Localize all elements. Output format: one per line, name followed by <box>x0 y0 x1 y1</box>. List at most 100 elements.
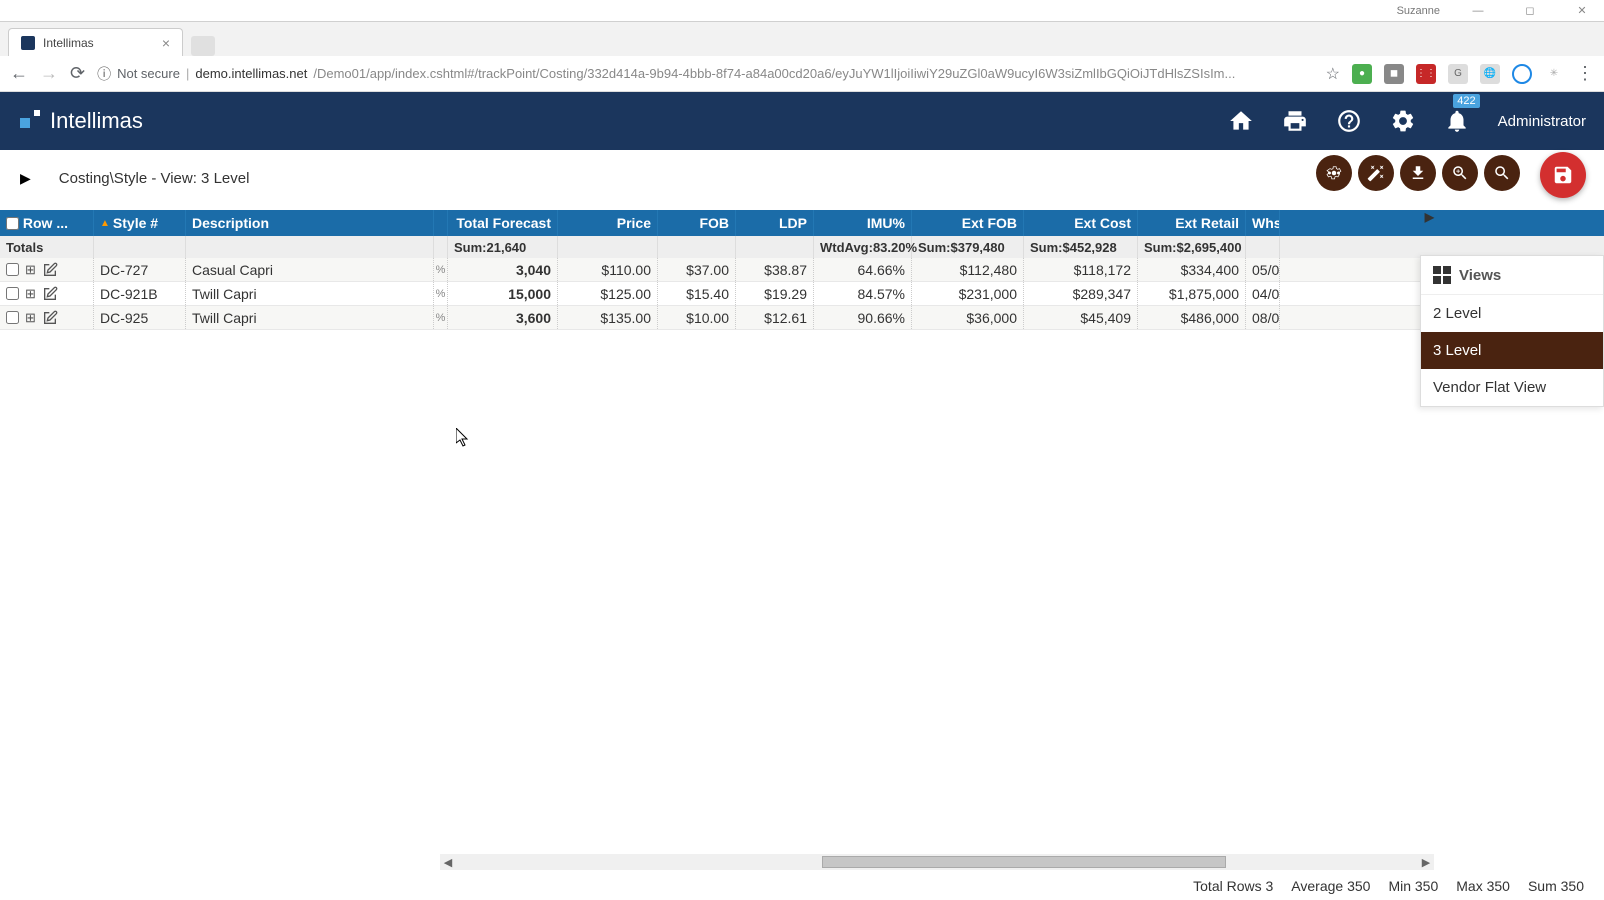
col-style[interactable]: ▲Style # <box>94 210 186 236</box>
settings-round-icon[interactable] <box>1316 155 1352 191</box>
col-extcost[interactable]: Ext Cost <box>1024 210 1138 236</box>
edit-row-icon[interactable] <box>42 286 58 302</box>
table-row[interactable]: ⊞DC-921BTwill Capri%15,000$125.00$15.40$… <box>0 282 1604 306</box>
col-extret[interactable]: Ext Retail <box>1138 210 1246 236</box>
bookmark-icon[interactable]: ☆ <box>1326 64 1340 84</box>
view-option[interactable]: Vendor Flat View <box>1421 369 1603 406</box>
cell-extret[interactable]: $1,875,000 <box>1138 282 1246 305</box>
cell-fob[interactable]: $15.40 <box>658 282 736 305</box>
reload-button[interactable]: ⟳ <box>70 63 85 84</box>
scroll-right-arrow[interactable]: ▶ <box>1418 856 1434 869</box>
bell-icon[interactable]: 422 <box>1444 108 1470 134</box>
cell-ldp[interactable]: $38.87 <box>736 258 814 281</box>
extension-icon[interactable]: ● <box>1352 64 1372 84</box>
cell-imu[interactable]: 84.57% <box>814 282 912 305</box>
cell-extfob[interactable]: $36,000 <box>912 306 1024 329</box>
row-checkbox[interactable] <box>6 311 19 324</box>
col-imu[interactable]: IMU% <box>814 210 912 236</box>
print-icon[interactable] <box>1282 108 1308 134</box>
extension-icon[interactable] <box>1512 64 1532 84</box>
expand-row-icon[interactable]: ⊞ <box>25 310 36 326</box>
cell-extret[interactable]: $334,400 <box>1138 258 1246 281</box>
site-info-icon[interactable]: ⓘ <box>97 64 111 84</box>
cell-desc[interactable]: Twill Capri <box>186 282 434 305</box>
search-icon[interactable] <box>1484 155 1520 191</box>
row-checkbox[interactable] <box>6 263 19 276</box>
cell-price[interactable]: $110.00 <box>558 258 658 281</box>
download-icon[interactable] <box>1400 155 1436 191</box>
cell-imu[interactable]: 90.66% <box>814 306 912 329</box>
home-icon[interactable] <box>1228 108 1254 134</box>
expand-row-icon[interactable]: ⊞ <box>25 262 36 278</box>
col-price[interactable]: Price <box>558 210 658 236</box>
forward-button[interactable]: → <box>40 63 58 84</box>
window-maximize[interactable]: ◻ <box>1516 4 1544 17</box>
col-forecast[interactable]: Total Forecast <box>448 210 558 236</box>
cell-whse[interactable]: 04/0 <box>1246 282 1280 305</box>
cell-imu[interactable]: 64.66% <box>814 258 912 281</box>
app-logo[interactable]: Intellimas <box>18 108 143 134</box>
view-option[interactable]: 3 Level <box>1421 332 1603 369</box>
expand-row-icon[interactable]: ⊞ <box>25 286 36 302</box>
wand-icon[interactable] <box>1358 155 1394 191</box>
browser-menu-icon[interactable]: ⋮ <box>1576 63 1594 84</box>
row-checkbox[interactable] <box>6 287 19 300</box>
new-tab-button[interactable] <box>191 36 215 56</box>
col-desc[interactable]: Description <box>186 210 434 236</box>
cell-fob[interactable]: $37.00 <box>658 258 736 281</box>
cell-extcost[interactable]: $118,172 <box>1024 258 1138 281</box>
cell-forecast[interactable]: 15,000 <box>448 282 558 305</box>
extension-icon[interactable]: ⋮⋮ <box>1416 64 1436 84</box>
gear-icon[interactable] <box>1390 108 1416 134</box>
browser-tab[interactable]: Intellimas × <box>8 28 183 56</box>
cell-extcost[interactable]: $45,409 <box>1024 306 1138 329</box>
help-icon[interactable] <box>1336 108 1362 134</box>
extension-icon[interactable]: ◼ <box>1384 64 1404 84</box>
zoom-in-icon[interactable] <box>1442 155 1478 191</box>
scroll-left-arrow[interactable]: ◀ <box>440 856 456 869</box>
pct-icon[interactable]: % <box>434 258 448 281</box>
cell-fob[interactable]: $10.00 <box>658 306 736 329</box>
cell-forecast[interactable]: 3,040 <box>448 258 558 281</box>
scroll-right-icon[interactable]: ▶ <box>1425 210 1434 224</box>
cell-style[interactable]: DC-921B <box>94 282 186 305</box>
col-fob[interactable]: FOB <box>658 210 736 236</box>
col-row[interactable]: Row ... <box>0 210 94 236</box>
cell-price[interactable]: $135.00 <box>558 306 658 329</box>
tab-close-icon[interactable]: × <box>162 35 170 51</box>
extension-icon[interactable]: ✳ <box>1544 64 1564 84</box>
cell-desc[interactable]: Casual Capri <box>186 258 434 281</box>
extension-icon[interactable]: 🌐 <box>1480 64 1500 84</box>
cell-extret[interactable]: $486,000 <box>1138 306 1246 329</box>
extension-icon[interactable]: G <box>1448 64 1468 84</box>
cell-whse[interactable]: 05/0 <box>1246 258 1280 281</box>
cell-price[interactable]: $125.00 <box>558 282 658 305</box>
table-row[interactable]: ⊞ DC-925Twill Capri%3,600$135.00$10.00$12… <box>0 306 1604 330</box>
pct-icon[interactable]: % <box>434 306 448 329</box>
select-all-checkbox[interactable] <box>6 217 19 230</box>
table-row[interactable]: ⊞DC-727Casual Capri%3,040$110.00$37.00$3… <box>0 258 1604 282</box>
cell-ldp[interactable]: $12.61 <box>736 306 814 329</box>
scroll-thumb[interactable] <box>822 856 1226 868</box>
save-button[interactable] <box>1540 152 1586 198</box>
cell-extfob[interactable]: $112,480 <box>912 258 1024 281</box>
cell-whse[interactable]: 08/0 <box>1246 306 1280 329</box>
window-close[interactable]: ✕ <box>1568 4 1596 17</box>
edit-row-icon[interactable] <box>42 310 58 326</box>
cell-ldp[interactable]: $19.29 <box>736 282 814 305</box>
col-ldp[interactable]: LDP <box>736 210 814 236</box>
window-minimize[interactable]: — <box>1464 5 1492 17</box>
cell-forecast[interactable]: 3,600 <box>448 306 558 329</box>
cell-desc[interactable]: Twill Capri <box>186 306 434 329</box>
edit-row-icon[interactable] <box>42 262 58 278</box>
cell-style[interactable]: DC-925 <box>94 306 186 329</box>
pct-icon[interactable]: % <box>434 282 448 305</box>
horizontal-scrollbar[interactable]: ◀ ▶ <box>440 854 1434 870</box>
expand-panel-icon[interactable]: ▶ <box>20 170 31 187</box>
cell-extfob[interactable]: $231,000 <box>912 282 1024 305</box>
view-option[interactable]: 2 Level <box>1421 295 1603 332</box>
address-bar[interactable]: ⓘ Not secure | demo.intellimas.net/Demo0… <box>97 64 1314 84</box>
col-extfob[interactable]: Ext FOB <box>912 210 1024 236</box>
cell-style[interactable]: DC-727 <box>94 258 186 281</box>
col-whse[interactable]: Whs <box>1246 210 1280 236</box>
